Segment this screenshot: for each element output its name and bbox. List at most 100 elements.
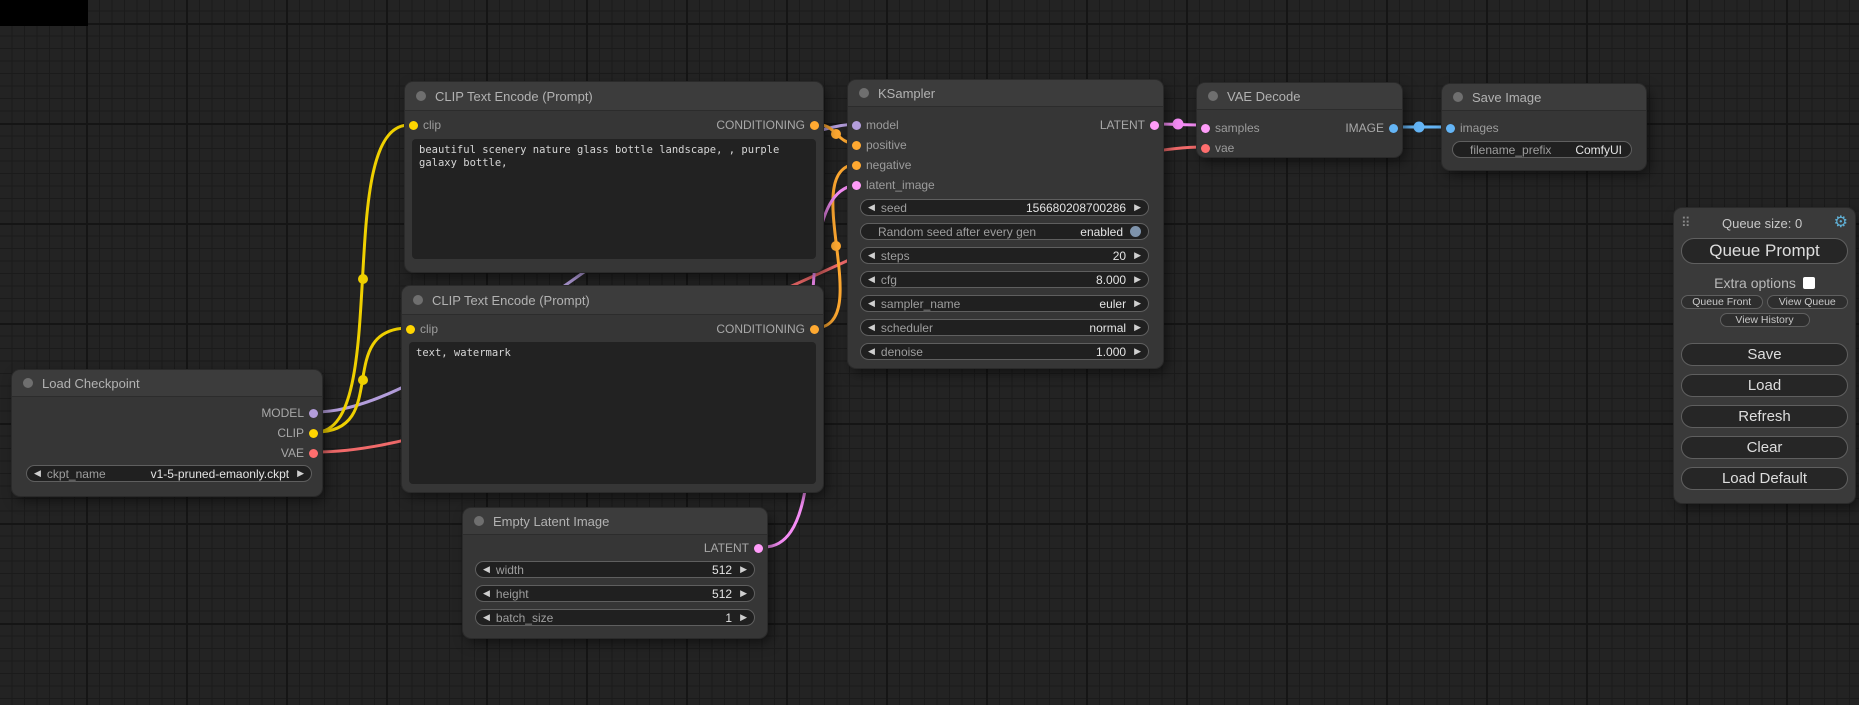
link-midpoint-dot (358, 274, 368, 284)
positive-input-slot[interactable] (852, 141, 861, 150)
clip-input-slot[interactable] (406, 325, 415, 334)
batch-size-widget[interactable]: ◀ batch_size 1 ▶ (475, 609, 755, 626)
samples-input-slot[interactable] (1201, 124, 1210, 133)
increment-arrow-icon[interactable]: ▶ (1134, 275, 1141, 284)
decrement-arrow-icon[interactable]: ◀ (34, 469, 41, 478)
settings-gear-icon[interactable]: ⚙ (1834, 215, 1848, 231)
node-collapse-icon[interactable] (859, 88, 869, 98)
node-collapse-icon[interactable] (474, 516, 484, 526)
node-title-bar[interactable]: CLIP Text Encode (Prompt) (405, 82, 823, 111)
clip-output-slot[interactable] (309, 429, 318, 438)
node-title: Empty Latent Image (493, 514, 609, 529)
increment-arrow-icon[interactable]: ▶ (1134, 299, 1141, 308)
decrement-arrow-icon[interactable]: ◀ (868, 203, 875, 212)
height-widget[interactable]: ◀ height 512 ▶ (475, 585, 755, 602)
decrement-arrow-icon[interactable]: ◀ (868, 323, 875, 332)
ckpt-name-widget[interactable]: ◀ ckpt_name v1-5-pruned-emaonly.ckpt ▶ (26, 465, 312, 482)
refresh-button[interactable]: Refresh (1681, 405, 1848, 428)
negative-prompt-textarea[interactable]: text, watermark (409, 342, 816, 484)
cfg-widget[interactable]: ◀ cfg 8.000 ▶ (860, 271, 1149, 288)
slot-row: clip CONDITIONING (402, 318, 823, 340)
decrement-arrow-icon[interactable]: ◀ (868, 299, 875, 308)
save-button[interactable]: Save (1681, 343, 1848, 366)
images-input-slot[interactable] (1446, 124, 1455, 133)
node-collapse-icon[interactable] (1208, 91, 1218, 101)
denoise-widget[interactable]: ◀ denoise 1.000 ▶ (860, 343, 1149, 360)
node-title-bar[interactable]: CLIP Text Encode (Prompt) (402, 286, 823, 315)
widget-label: Random seed after every gen (878, 225, 1036, 239)
node-ksampler[interactable]: KSampler model LATENT positive negative … (848, 80, 1163, 368)
comfyui-canvas[interactable]: { "nodes": { "load_checkpoint": { "title… (0, 0, 1859, 705)
increment-arrow-icon[interactable]: ▶ (1134, 203, 1141, 212)
queue-front-button[interactable]: Queue Front (1681, 295, 1763, 309)
increment-arrow-icon[interactable]: ▶ (740, 613, 747, 622)
sampler-name-widget[interactable]: ◀ sampler_name euler ▶ (860, 295, 1149, 312)
clear-button[interactable]: Clear (1681, 436, 1848, 459)
widget-label: cfg (881, 273, 897, 287)
widget-value: 8.000 (1096, 273, 1126, 287)
node-empty-latent-image[interactable]: Empty Latent Image LATENT ◀ width 512 ▶ … (463, 508, 767, 638)
widget-value: euler (1099, 297, 1126, 311)
steps-widget[interactable]: ◀ steps 20 ▶ (860, 247, 1149, 264)
view-queue-button[interactable]: View Queue (1767, 295, 1849, 309)
node-clip-text-encode-negative[interactable]: CLIP Text Encode (Prompt) clip CONDITION… (402, 286, 823, 492)
node-collapse-icon[interactable] (1453, 92, 1463, 102)
node-title-bar[interactable]: VAE Decode (1197, 83, 1402, 110)
node-collapse-icon[interactable] (416, 91, 426, 101)
increment-arrow-icon[interactable]: ▶ (1134, 251, 1141, 260)
decrement-arrow-icon[interactable]: ◀ (868, 251, 875, 260)
load-default-button[interactable]: Load Default (1681, 467, 1848, 490)
conditioning-output-label: CONDITIONING (716, 118, 805, 132)
node-load-checkpoint[interactable]: Load Checkpoint MODEL CLIP VAE ◀ ckpt_na… (12, 370, 322, 496)
queue-prompt-button[interactable]: Queue Prompt (1681, 238, 1848, 264)
node-collapse-icon[interactable] (413, 295, 423, 305)
width-widget[interactable]: ◀ width 512 ▶ (475, 561, 755, 578)
image-output-slot[interactable] (1389, 124, 1398, 133)
model-output-slot[interactable] (309, 409, 318, 418)
decrement-arrow-icon[interactable]: ◀ (868, 275, 875, 284)
node-collapse-icon[interactable] (23, 378, 33, 388)
node-title-bar[interactable]: KSampler (848, 80, 1163, 107)
toggle-knob-icon[interactable] (1130, 226, 1141, 237)
widget-value: 512 (712, 563, 732, 577)
vae-input-label: vae (1215, 141, 1234, 155)
node-title-bar[interactable]: Load Checkpoint (12, 370, 322, 397)
random-seed-toggle-widget[interactable]: Random seed after every gen enabled (860, 223, 1149, 240)
vae-output-slot[interactable] (309, 449, 318, 458)
increment-arrow-icon[interactable]: ▶ (1134, 347, 1141, 356)
decrement-arrow-icon[interactable]: ◀ (483, 565, 490, 574)
increment-arrow-icon[interactable]: ▶ (1134, 323, 1141, 332)
node-title-bar[interactable]: Empty Latent Image (463, 508, 767, 535)
scheduler-widget[interactable]: ◀ scheduler normal ▶ (860, 319, 1149, 336)
conditioning-output-slot[interactable] (810, 121, 819, 130)
widget-value: ComfyUI (1575, 143, 1622, 157)
model-input-slot[interactable] (852, 121, 861, 130)
node-save-image[interactable]: Save Image images filename_prefix ComfyU… (1442, 84, 1646, 170)
decrement-arrow-icon[interactable]: ◀ (483, 589, 490, 598)
load-button[interactable]: Load (1681, 374, 1848, 397)
vae-input-slot[interactable] (1201, 144, 1210, 153)
node-clip-text-encode-positive[interactable]: CLIP Text Encode (Prompt) clip CONDITION… (405, 82, 823, 272)
view-history-button[interactable]: View History (1720, 313, 1810, 327)
queue-size-label: Queue size: 0 (1691, 216, 1834, 231)
drag-handle-icon[interactable]: ⠿ (1681, 215, 1691, 231)
decrement-arrow-icon[interactable]: ◀ (483, 613, 490, 622)
increment-arrow-icon[interactable]: ▶ (740, 589, 747, 598)
clip-output-label: CLIP (277, 426, 304, 440)
node-title-bar[interactable]: Save Image (1442, 84, 1646, 111)
decrement-arrow-icon[interactable]: ◀ (868, 347, 875, 356)
conditioning-output-slot[interactable] (810, 325, 819, 334)
increment-arrow-icon[interactable]: ▶ (740, 565, 747, 574)
node-vae-decode[interactable]: VAE Decode samples IMAGE vae (1197, 83, 1402, 157)
negative-input-slot[interactable] (852, 161, 861, 170)
extra-options-checkbox[interactable] (1803, 277, 1815, 289)
latent-image-input-slot[interactable] (852, 181, 861, 190)
positive-prompt-textarea[interactable]: beautiful scenery nature glass bottle la… (412, 139, 816, 259)
latent-output-slot[interactable] (1150, 121, 1159, 130)
clip-input-slot[interactable] (409, 121, 418, 130)
increment-arrow-icon[interactable]: ▶ (297, 469, 304, 478)
seed-widget[interactable]: ◀ seed 156680208700286 ▶ (860, 199, 1149, 216)
queue-panel: ⠿ Queue size: 0 ⚙ Queue Prompt Extra opt… (1674, 208, 1855, 503)
filename-prefix-widget[interactable]: filename_prefix ComfyUI (1452, 141, 1632, 158)
latent-output-slot[interactable] (754, 544, 763, 553)
